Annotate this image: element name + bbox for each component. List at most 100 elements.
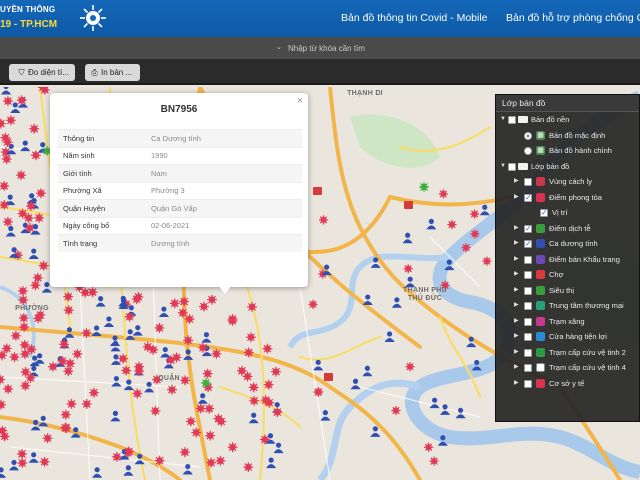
layer-item[interactable]: ▶ Cửa hàng tiện lợi [496, 329, 639, 345]
lockdown-virus-marker[interactable] [66, 398, 77, 409]
positive-case-marker[interactable] [440, 404, 451, 415]
lockdown-virus-marker[interactable] [63, 366, 74, 377]
lockdown-virus-marker[interactable] [38, 260, 49, 271]
layer-checkbox[interactable] [524, 190, 532, 205]
lockdown-virus-marker[interactable] [65, 358, 76, 369]
lockdown-virus-marker[interactable] [142, 341, 153, 352]
basemap-radio[interactable] [524, 131, 532, 140]
layer-item[interactable]: ▶ Cơ sở y tế [496, 376, 639, 392]
lockdown-virus-marker[interactable] [318, 215, 329, 225]
layer-item[interactable]: ▶ Trạm cấp cứu vệ tinh 4 [496, 360, 639, 376]
lockdown-virus-marker[interactable] [248, 382, 259, 393]
positive-case-marker[interactable] [405, 276, 416, 288]
lockdown-virus-marker[interactable] [2, 96, 13, 107]
layer-item[interactable]: ▦ Bản đồ hành chính [496, 143, 639, 159]
chevron-right-icon[interactable]: ▶ [514, 174, 521, 190]
lockdown-virus-marker[interactable] [20, 367, 31, 377]
lockdown-virus-marker[interactable] [154, 322, 165, 333]
lockdown-virus-marker[interactable] [9, 352, 20, 363]
positive-case-marker[interactable] [103, 316, 114, 327]
layer-item[interactable]: ▶ Điểm bán Khẩu trang [496, 252, 639, 268]
nav-covid-mobile-link[interactable]: Bản đồ thông tin Covid - Mobile [341, 12, 488, 24]
lockdown-virus-marker[interactable] [198, 301, 209, 312]
lockdown-virus-marker[interactable] [72, 349, 83, 359]
lockdown-virus-marker[interactable] [263, 379, 274, 390]
lockdown-virus-marker[interactable] [63, 305, 74, 316]
positive-case-marker[interactable] [350, 378, 361, 390]
lockdown-virus-marker[interactable] [18, 295, 29, 305]
lockdown-virus-marker[interactable] [118, 353, 129, 364]
layer-group-checkbox[interactable] [508, 116, 516, 124]
lockdown-virus-marker[interactable] [184, 314, 195, 324]
measure-area-button[interactable]: ⛉ Đo diện tí... [12, 64, 75, 81]
layer-item[interactable]: ▶ Trạm cấp cứu vệ tinh 2 [496, 345, 639, 361]
nav-support-map-link[interactable]: Bản đồ hỗ trợ phòng chống Co [506, 12, 640, 24]
lockdown-virus-marker[interactable] [2, 216, 13, 227]
positive-case-marker[interactable] [183, 349, 194, 360]
lockdown-virus-marker[interactable] [447, 219, 457, 230]
lockdown-virus-marker[interactable] [171, 352, 182, 363]
lockdown-virus-marker[interactable] [81, 398, 92, 409]
lockdown-virus-marker[interactable] [25, 201, 36, 211]
lockdown-virus-marker[interactable] [89, 387, 99, 398]
lockdown-virus-marker[interactable] [169, 298, 180, 309]
positive-case-marker[interactable] [110, 410, 121, 422]
positive-case-marker[interactable] [132, 325, 143, 336]
lockdown-virus-marker[interactable] [26, 344, 37, 355]
lockdown-virus-marker[interactable] [179, 447, 190, 458]
positive-case-marker[interactable] [444, 259, 455, 271]
positive-case-marker[interactable] [201, 332, 212, 343]
chevron-right-icon[interactable]: ▶ [514, 314, 521, 330]
lockdown-virus-marker[interactable] [179, 296, 190, 307]
lockdown-virus-marker[interactable] [134, 366, 145, 377]
lockdown-virus-marker[interactable] [131, 294, 142, 305]
positive-case-marker[interactable] [0, 467, 7, 478]
layer-item[interactable]: ▶ Trung tâm thương mại [496, 298, 639, 314]
lockdown-virus-marker[interactable] [0, 118, 6, 129]
positive-case-marker[interactable] [273, 442, 284, 454]
layer-checkbox[interactable] [524, 271, 532, 279]
layer-item[interactable]: ▼ Bản đồ nền [496, 112, 639, 128]
positive-case-marker[interactable] [160, 346, 171, 358]
lockdown-virus-marker[interactable] [470, 229, 480, 239]
positive-case-marker[interactable] [95, 296, 106, 307]
lockdown-virus-marker[interactable] [60, 409, 71, 420]
positive-case-marker[interactable] [20, 140, 31, 152]
lockdown-virus-marker[interactable] [201, 378, 211, 388]
lockdown-virus-marker[interactable] [262, 343, 273, 354]
positive-case-marker[interactable] [123, 379, 134, 391]
lockdown-virus-marker[interactable] [0, 431, 10, 442]
positive-case-marker[interactable] [144, 381, 155, 393]
lockdown-virus-marker[interactable] [215, 455, 226, 466]
layer-checkbox[interactable] [524, 348, 532, 357]
layer-item[interactable]: ▶ Điểm phong tỏa [496, 190, 639, 206]
lockdown-virus-marker[interactable] [150, 405, 161, 416]
positive-case-marker[interactable] [182, 463, 193, 475]
lockdown-virus-marker[interactable] [204, 403, 215, 414]
lockdown-virus-marker[interactable] [35, 188, 46, 199]
positive-case-marker[interactable] [1, 87, 12, 95]
positive-case-marker[interactable] [28, 248, 39, 260]
lockdown-virus-marker[interactable] [19, 322, 30, 332]
layer-checkbox[interactable] [524, 364, 532, 372]
lockdown-virus-marker[interactable] [438, 189, 449, 199]
lockdown-virus-marker[interactable] [17, 449, 27, 459]
lockdown-virus-marker[interactable] [29, 123, 40, 134]
lockdown-virus-marker[interactable] [213, 413, 224, 424]
lockdown-virus-marker[interactable] [20, 380, 31, 391]
chevron-right-icon[interactable]: ▶ [514, 329, 521, 345]
lockdown-virus-marker[interactable] [0, 199, 10, 210]
layer-checkbox[interactable] [524, 221, 532, 236]
lockdown-virus-marker[interactable] [121, 365, 132, 376]
lockdown-virus-marker[interactable] [39, 456, 50, 467]
basemap-radio[interactable] [524, 147, 532, 155]
lockdown-virus-marker[interactable] [405, 362, 415, 372]
lockdown-virus-marker[interactable] [57, 356, 68, 367]
layer-checkbox[interactable] [540, 205, 548, 221]
lockdown-virus-marker[interactable] [207, 294, 217, 305]
positive-case-marker[interactable] [134, 453, 145, 465]
positive-case-marker[interactable] [471, 359, 482, 371]
lockdown-virus-marker[interactable] [0, 399, 6, 410]
layer-checkbox[interactable] [524, 302, 532, 310]
lockdown-virus-marker[interactable] [198, 342, 208, 353]
